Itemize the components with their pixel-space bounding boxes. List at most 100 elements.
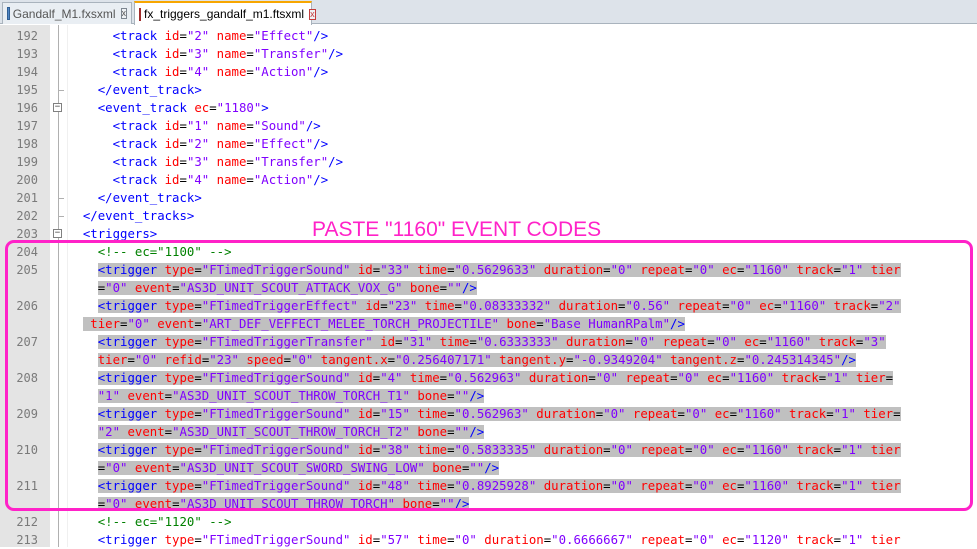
code-line[interactable]: 205 <trigger type="FTimedTriggerSound" i…: [0, 261, 977, 279]
line-number: 202: [16, 209, 38, 223]
token: "0": [692, 443, 715, 457]
code-line[interactable]: 200 <track id="4" name="Action"/>: [0, 171, 977, 189]
line-number: 199: [16, 155, 38, 169]
line-number: 200: [16, 173, 38, 187]
token: repeat: [640, 443, 685, 457]
selected-text: tier="0" refid="23" speed="0" tangent.x=…: [97, 353, 856, 367]
code-line[interactable]: 196 <event_track ec="1180">: [0, 99, 977, 117]
code-text: <track id="2" name="Effect"/>: [68, 27, 977, 45]
token: "0.56": [625, 299, 671, 313]
code-line[interactable]: 209 <trigger type="FTimedTriggerSound" i…: [0, 405, 977, 423]
code-line[interactable]: ="0" event="AS3D_UNIT_SCOUT_SWORD_SWING_…: [0, 459, 977, 477]
fold-toggle-icon[interactable]: −: [53, 229, 62, 238]
token: =: [826, 407, 834, 421]
code-line[interactable]: 197 <track id="1" name="Sound"/>: [0, 117, 977, 135]
code-line[interactable]: 195 </event_track>: [0, 81, 977, 99]
tab-gandalf-m1-fxsxml[interactable]: Gandalf_M1.fxsxml x: [2, 2, 132, 24]
token: "48": [380, 479, 410, 493]
code-line[interactable]: "2" event="AS3D_UNIT_SCOUT_THROW_TORCH_T…: [0, 423, 977, 441]
token: id: [357, 533, 373, 547]
code-text: <event_track ec="1180">: [68, 99, 977, 117]
code-line[interactable]: 210 <trigger type="FTimedTriggerSound" i…: [0, 441, 977, 459]
code-line[interactable]: ="0" event="AS3D_UNIT_SCOUT_ATTACK_VOX_G…: [0, 279, 977, 297]
code-line[interactable]: 193 <track id="3" name="Transfer"/>: [0, 45, 977, 63]
token: "1120": [744, 533, 790, 547]
token: "2": [878, 299, 901, 313]
token: "Effect": [253, 137, 314, 151]
token: track: [781, 371, 819, 385]
code-line[interactable]: tier="0" event="ART_DEF_VEFFECT_MELEE_TO…: [0, 315, 977, 333]
close-tab-icon[interactable]: x: [120, 8, 127, 19]
token: />: [305, 119, 321, 133]
token: "1": [841, 533, 864, 547]
code-line[interactable]: 198 <track id="2" name="Effect"/>: [0, 135, 977, 153]
code-text: ="0" event="AS3D_UNIT_SCOUT_ATTACK_VOX_G…: [68, 279, 977, 297]
code-line[interactable]: 208 <trigger type="FTimedTriggerSound" i…: [0, 369, 977, 387]
code-line[interactable]: ="0" event="AS3D_UNIT_SCOUT_THROW_TORCH"…: [0, 495, 977, 513]
code-line[interactable]: 204 <!-- ec="1100" -->: [0, 243, 977, 261]
token: repeat: [640, 533, 685, 547]
token: bone: [432, 461, 462, 475]
line-content: <trigger type="FTimedTriggerSound" id="5…: [98, 533, 901, 547]
token: "0.8925928": [454, 479, 537, 493]
line-content: </event_track>: [98, 83, 202, 97]
token: =: [172, 281, 180, 295]
fold-toggle-icon[interactable]: −: [53, 103, 62, 112]
token: repeat: [625, 371, 671, 385]
token: "0": [603, 407, 626, 421]
token: =: [194, 335, 202, 349]
token: =: [432, 497, 440, 511]
token: duration: [543, 479, 604, 493]
token: track: [796, 479, 834, 493]
token: "0.5629633": [454, 263, 537, 277]
line-number: 213: [16, 533, 38, 547]
code-line[interactable]: 201 </event_track>: [0, 189, 977, 207]
token: time: [417, 263, 448, 277]
token: "4": [380, 371, 403, 385]
line-content: <triggers>: [83, 227, 157, 241]
selected-text: ="0" event="AS3D_UNIT_SCOUT_SWORD_SWING_…: [97, 461, 500, 475]
code-line[interactable]: "1" event="AS3D_UNIT_SCOUT_THROW_TORCH_T…: [0, 387, 977, 405]
code-line[interactable]: 212 <!-- ec="1120" -->: [0, 513, 977, 531]
token: id: [357, 479, 373, 493]
token: "57": [380, 533, 410, 547]
token: >: [261, 101, 269, 115]
code-line[interactable]: 192 <track id="2" name="Effect"/>: [0, 27, 977, 45]
code-line[interactable]: 194 <track id="4" name="Action"/>: [0, 63, 977, 81]
code-line[interactable]: 206 <trigger type="FTimedTriggerEffect" …: [0, 297, 977, 315]
tab-fx-triggers-gandalf-m1-ftsxml[interactable]: fx_triggers_gandalf_m1.ftsxml x: [134, 1, 316, 25]
token: name: [216, 173, 247, 187]
token: "0": [692, 263, 715, 277]
token: =: [677, 407, 685, 421]
code-line[interactable]: tier="0" refid="23" speed="0" tangent.x=…: [0, 351, 977, 369]
token: "1": [841, 263, 864, 277]
code-line[interactable]: 213 <trigger type="FTimedTriggerSound" i…: [0, 531, 977, 549]
token: "3": [186, 47, 210, 61]
code-editor[interactable]: 192 <track id="2" name="Effect"/> 193 <tr…: [0, 25, 977, 547]
token: "AS3D_UNIT_SCOUT_THROW_TORCH_T2": [172, 425, 410, 439]
code-line[interactable]: 207 <trigger type="FTimedTriggerTransfer…: [0, 333, 977, 351]
token: id: [164, 65, 180, 79]
code-line[interactable]: 199 <track id="3" name="Transfer"/>: [0, 153, 977, 171]
code-line[interactable]: 211 <trigger type="FTimedTriggerSound" i…: [0, 477, 977, 495]
token: =: [179, 173, 187, 187]
token: track: [833, 299, 871, 313]
code-text: <track id="3" name="Transfer"/>: [68, 45, 977, 63]
token: speed: [246, 353, 284, 367]
file-icon: [7, 7, 10, 20]
close-tab-icon[interactable]: x: [309, 8, 316, 20]
